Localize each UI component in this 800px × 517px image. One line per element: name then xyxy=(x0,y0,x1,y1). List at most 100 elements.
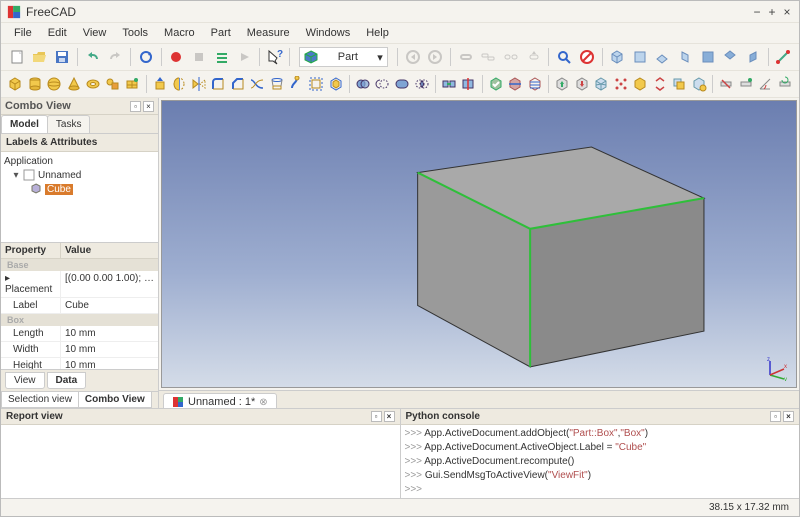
offset3d-icon[interactable] xyxy=(308,74,325,94)
undo-icon[interactable] xyxy=(83,47,103,67)
loft-icon[interactable] xyxy=(269,74,286,94)
tree-twisty-icon[interactable]: ▾ xyxy=(12,170,20,181)
prop-placement[interactable]: ▸ Placement[(0.00 0.00 1.00); 0 °; (… xyxy=(1,271,158,298)
menu-macro[interactable]: Macro xyxy=(157,25,202,41)
link-unlink-icon[interactable] xyxy=(501,47,521,67)
prop-height[interactable]: Height10 mm xyxy=(1,358,158,369)
macro-record-icon[interactable] xyxy=(167,47,187,67)
menu-file[interactable]: File xyxy=(7,25,39,41)
workbench-selector[interactable]: Part ▾ xyxy=(299,47,387,67)
prop-label[interactable]: LabelCube xyxy=(1,298,158,314)
panel-close-icon[interactable]: × xyxy=(783,411,794,422)
points-from-mesh-icon[interactable] xyxy=(613,74,630,94)
nav-back-icon[interactable] xyxy=(403,47,423,67)
minimize-button[interactable]: − xyxy=(751,6,763,18)
tab-tasks[interactable]: Tasks xyxy=(47,115,91,133)
close-tab-icon[interactable]: ⊗ xyxy=(259,397,267,408)
open-file-icon[interactable] xyxy=(30,47,50,67)
macro-list-icon[interactable] xyxy=(212,47,232,67)
revolve-icon[interactable] xyxy=(171,74,188,94)
extrude-icon[interactable] xyxy=(152,74,169,94)
bool-cut-icon[interactable] xyxy=(374,74,391,94)
part-primitives-icon[interactable] xyxy=(105,74,122,94)
part-cylinder-icon[interactable] xyxy=(27,74,44,94)
view-iso-icon[interactable] xyxy=(607,47,627,67)
panel-float-icon[interactable]: ▫ xyxy=(130,101,141,112)
new-file-icon[interactable] xyxy=(7,47,27,67)
menu-help[interactable]: Help xyxy=(359,25,396,41)
simple-copy-icon[interactable] xyxy=(671,74,688,94)
import-cad-icon[interactable] xyxy=(554,74,571,94)
tree-doc-label[interactable]: Unnamed xyxy=(38,170,81,181)
panel-close-icon[interactable]: × xyxy=(143,101,154,112)
bool-common-icon[interactable] xyxy=(413,74,430,94)
menu-tools[interactable]: Tools xyxy=(115,25,155,41)
prop-length[interactable]: Length10 mm xyxy=(1,326,158,342)
report-view-content[interactable] xyxy=(1,425,400,498)
tab-view[interactable]: View xyxy=(5,372,45,389)
close-button[interactable]: × xyxy=(781,6,793,18)
export-cad-icon[interactable] xyxy=(573,74,590,94)
measure-toggle-icon[interactable] xyxy=(738,74,755,94)
split-icon[interactable] xyxy=(460,74,477,94)
shape-from-mesh-icon[interactable] xyxy=(593,74,610,94)
link-make-icon[interactable] xyxy=(456,47,476,67)
link-import-icon[interactable] xyxy=(524,47,544,67)
panel-float-icon[interactable]: ▫ xyxy=(371,411,382,422)
sweep-icon[interactable] xyxy=(288,74,305,94)
bool-fuse-icon[interactable] xyxy=(394,74,411,94)
macro-stop-icon[interactable] xyxy=(189,47,209,67)
part-sphere-icon[interactable] xyxy=(46,74,63,94)
tab-data[interactable]: Data xyxy=(47,372,87,389)
view-rear-icon[interactable] xyxy=(698,47,718,67)
view-bottom-icon[interactable] xyxy=(720,47,740,67)
tree-view[interactable]: Application ▾ Unnamed Cube xyxy=(1,152,158,242)
convert-to-solid-icon[interactable] xyxy=(632,74,649,94)
maximize-button[interactable]: + xyxy=(766,6,778,18)
panel-float-icon[interactable]: ▫ xyxy=(770,411,781,422)
section-icon[interactable] xyxy=(507,74,524,94)
macro-play-icon[interactable] xyxy=(234,47,254,67)
measure-clear-icon[interactable] xyxy=(718,74,735,94)
tab-combo-view[interactable]: Combo View xyxy=(78,392,152,408)
python-console-content[interactable]: >>> App.ActiveDocument.addObject("Part::… xyxy=(401,425,800,498)
view-front-icon[interactable] xyxy=(630,47,650,67)
chamfer-icon[interactable] xyxy=(230,74,247,94)
part-box-icon[interactable] xyxy=(7,74,24,94)
whatsthis-icon[interactable]: ? xyxy=(265,47,285,67)
menu-edit[interactable]: Edit xyxy=(41,25,74,41)
menu-measure[interactable]: Measure xyxy=(240,25,297,41)
menu-windows[interactable]: Windows xyxy=(299,25,358,41)
bool-compound-icon[interactable] xyxy=(355,74,372,94)
measure-linear-icon[interactable] xyxy=(774,47,794,67)
refresh-icon[interactable] xyxy=(136,47,156,67)
fit-all-icon[interactable] xyxy=(554,47,574,67)
thickness-icon[interactable] xyxy=(327,74,344,94)
reverse-shapes-icon[interactable] xyxy=(652,74,669,94)
measure-angular-icon[interactable] xyxy=(757,74,774,94)
link-group-icon[interactable] xyxy=(479,47,499,67)
tab-selection-view[interactable]: Selection view xyxy=(1,392,79,408)
part-torus-icon[interactable] xyxy=(85,74,102,94)
3d-viewport[interactable]: zyx xyxy=(161,100,797,388)
fillet-icon[interactable] xyxy=(210,74,227,94)
redo-icon[interactable] xyxy=(105,47,125,67)
tab-model[interactable]: Model xyxy=(1,115,48,133)
panel-close-icon[interactable]: × xyxy=(384,411,395,422)
cross-sections-icon[interactable] xyxy=(527,74,544,94)
part-cone-icon[interactable] xyxy=(66,74,83,94)
view-left-icon[interactable] xyxy=(743,47,763,67)
prop-width[interactable]: Width10 mm xyxy=(1,342,158,358)
menu-part[interactable]: Part xyxy=(204,25,238,41)
join-connect-icon[interactable] xyxy=(441,74,458,94)
ruled-surface-icon[interactable] xyxy=(249,74,266,94)
measure-refresh-icon[interactable] xyxy=(777,74,794,94)
view-right-icon[interactable] xyxy=(675,47,695,67)
nav-fwd-icon[interactable] xyxy=(425,47,445,67)
menu-view[interactable]: View xyxy=(76,25,114,41)
tree-item-cube[interactable]: Cube xyxy=(4,182,155,196)
refine-shape-icon[interactable] xyxy=(691,74,708,94)
draw-style-icon[interactable] xyxy=(577,47,597,67)
mirror-icon[interactable] xyxy=(191,74,208,94)
check-geometry-icon[interactable] xyxy=(488,74,505,94)
